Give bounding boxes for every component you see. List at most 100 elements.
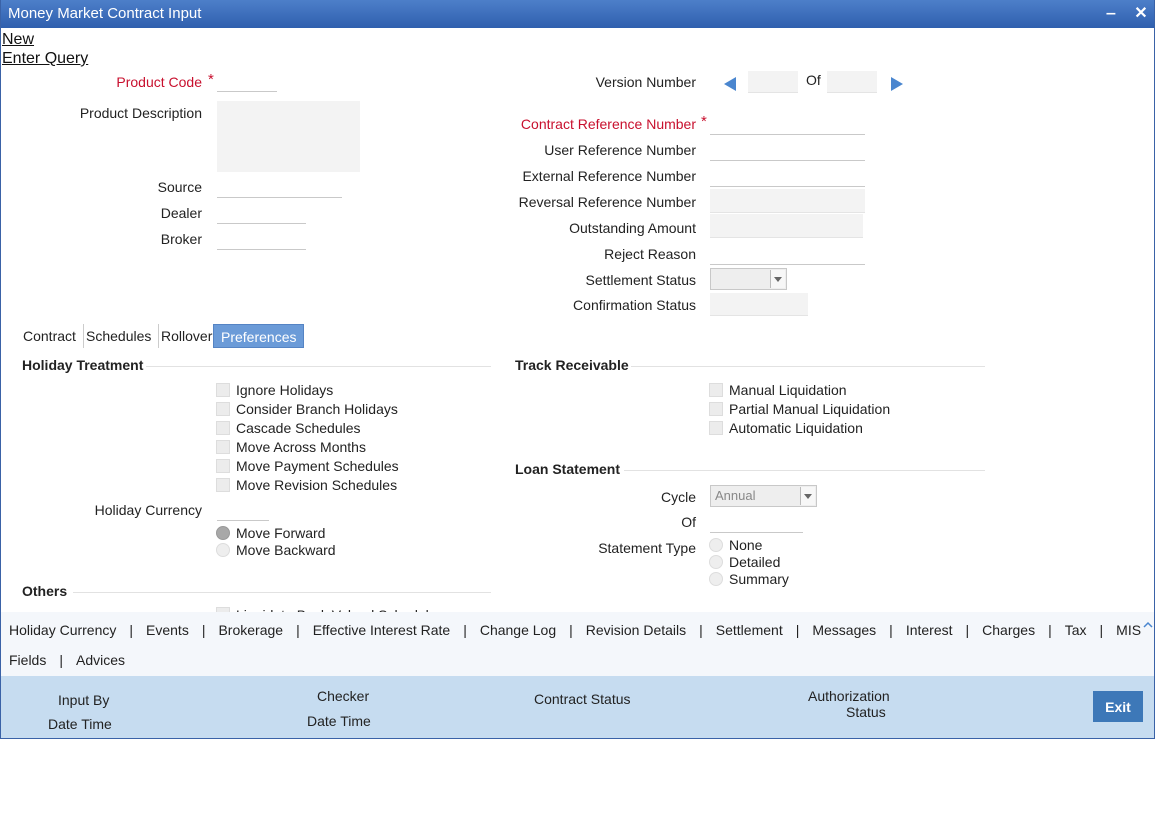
statement-type-detailed-radio[interactable] [709,555,723,569]
section-divider [73,592,491,593]
audit-footer: Input By Date Time Checker Date Time Con… [1,676,1154,738]
track-receivable-heading: Track Receivable [515,357,629,373]
nav-brokerage[interactable]: Brokerage [218,622,283,638]
tab-preferences[interactable]: Preferences [213,324,305,348]
exit-button[interactable]: Exit [1093,691,1143,722]
move-payment-schedules-label: Move Payment Schedules [236,458,399,474]
ignore-holidays-checkbox[interactable] [216,383,230,397]
statement-type-label: Statement Type [598,540,696,556]
reversal-reference-number-input[interactable] [710,189,865,213]
cycle-of-input[interactable] [710,513,803,533]
nav-tax[interactable]: Tax [1065,622,1087,638]
outstanding-amount-label: Outstanding Amount [569,220,696,236]
subsystem-nav-row-1: Holiday Currency | Events | Brokerage | Effect… [9,622,1154,638]
nav-fields[interactable]: Fields [9,652,46,668]
product-description-label: Product Description [79,105,202,121]
product-code-label: Product Code [116,74,202,90]
user-reference-number-input[interactable] [710,141,865,161]
loan-statement-heading: Loan Statement [515,461,621,477]
enter-query-link[interactable]: Enter Query [2,50,88,68]
nav-charges[interactable]: Charges [982,622,1035,638]
nav-separator: | [463,622,467,638]
nav-revision-details[interactable]: Revision Details [586,622,686,638]
consider-branch-holidays-checkbox[interactable] [216,402,230,416]
statement-type-detailed-label: Detailed [729,554,781,570]
tab-schedules[interactable]: Schedules [79,324,160,348]
partial-manual-liquidation-checkbox[interactable] [709,402,723,416]
automatic-liquidation-checkbox[interactable] [709,421,723,435]
nav-interest[interactable]: Interest [906,622,953,638]
nav-holiday-currency[interactable]: Holiday Currency [9,622,116,638]
nav-separator: | [795,622,800,638]
holiday-currency-label: Holiday Currency [94,502,202,518]
title-bar: Money Market Contract Input ‒ ✕ [1,0,1154,28]
move-backward-radio[interactable] [216,543,230,557]
nav-mis[interactable]: MIS [1116,622,1141,638]
broker-input[interactable] [217,230,306,250]
reject-reason-label: Reject Reason [604,246,696,262]
source-input[interactable] [217,178,342,198]
tab-rollover[interactable]: Rollover [154,324,219,348]
external-reference-number-input[interactable] [710,167,865,187]
move-forward-radio[interactable] [216,526,230,540]
section-divider [146,366,491,367]
confirmation-status-label: Confirmation Status [573,297,696,313]
move-across-months-checkbox[interactable] [216,440,230,454]
checker-date-time-label: Date Time [307,713,371,729]
automatic-liquidation-label: Automatic Liquidation [729,420,863,436]
move-across-months-label: Move Across Months [236,439,366,455]
nav-separator: | [889,622,893,638]
new-link[interactable]: New [2,31,34,49]
move-forward-label: Move Forward [236,525,326,541]
nav-separator: | [59,652,63,668]
tab-contract[interactable]: Contract [16,324,84,348]
move-payment-schedules-checkbox[interactable] [216,459,230,473]
statement-type-none-radio[interactable] [709,538,723,552]
authorization-label: Authorization [808,688,890,704]
product-code-input[interactable] [217,72,277,92]
next-version-icon[interactable] [891,77,903,91]
previous-version-icon[interactable] [724,77,736,91]
nav-messages[interactable]: Messages [812,622,876,638]
outstanding-amount-input[interactable] [710,214,863,238]
move-revision-schedules-label: Move Revision Schedules [236,477,398,493]
statement-type-summary-radio[interactable] [709,572,723,586]
settlement-status-select[interactable] [710,268,787,290]
partial-manual-liquidation-label: Partial Manual Liquidation [729,401,891,417]
nav-effective-interest-rate[interactable]: Effective Interest Rate [313,622,450,638]
confirmation-status-input[interactable] [710,293,808,316]
product-description-textarea[interactable] [217,101,360,172]
nav-advices[interactable]: Advices [76,652,125,668]
nav-events[interactable]: Events [146,622,189,638]
move-backward-label: Move Backward [236,542,336,558]
version-total-input[interactable] [827,71,877,93]
dealer-input[interactable] [217,204,306,224]
reversal-reference-number-label: Reversal Reference Number [518,194,696,210]
close-icon[interactable]: ✕ [1130,3,1152,25]
move-revision-schedules-checkbox[interactable] [216,478,230,492]
subsystem-nav: Holiday Currency | Events | Brokerage | Effect… [1,612,1154,676]
broker-label: Broker [160,231,202,247]
holiday-currency-input[interactable] [217,501,269,521]
contract-status-label: Contract Status [534,691,631,707]
contract-reference-number-input[interactable] [710,115,865,135]
external-reference-number-label: External Reference Number [522,168,696,184]
cascade-schedules-checkbox[interactable] [216,421,230,435]
nav-settlement[interactable]: Settlement [716,622,783,638]
ignore-holidays-label: Ignore Holidays [236,382,334,398]
collapse-chevron-up-icon[interactable] [1142,618,1154,630]
nav-change-log[interactable]: Change Log [480,622,556,638]
required-marker: * [208,71,214,88]
manual-liquidation-label: Manual Liquidation [729,382,847,398]
version-number-input[interactable] [748,71,798,93]
reject-reason-input[interactable] [710,245,865,265]
required-marker: * [701,113,707,130]
cycle-select[interactable]: Annual [710,485,817,507]
statement-type-none-label: None [729,537,763,553]
cycle-value: Annual [715,488,756,503]
minimize-icon[interactable]: ‒ [1100,3,1122,25]
version-number-label: Version Number [595,74,696,90]
section-divider [624,470,985,471]
nav-separator: | [1048,622,1052,638]
manual-liquidation-checkbox[interactable] [709,383,723,397]
